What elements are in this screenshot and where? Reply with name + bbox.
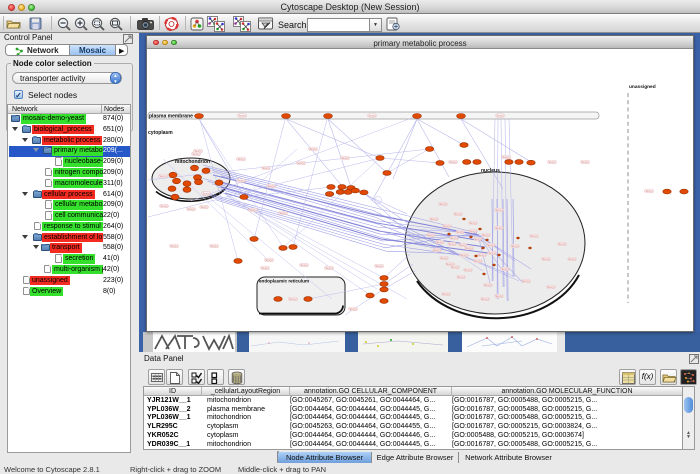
svg-text:Sxx(x): Sxx(x) xyxy=(488,251,495,255)
svg-text:Sxx(x): Sxx(x) xyxy=(427,233,434,237)
svg-text:Sxx(x): Sxx(x) xyxy=(341,156,348,160)
svg-text:Sxx(x): Sxx(x) xyxy=(495,226,502,230)
svg-text:Sxx(x): Sxx(x) xyxy=(530,234,537,238)
svg-text:Sxx(x): Sxx(x) xyxy=(430,217,437,221)
svg-text:Sxx(x): Sxx(x) xyxy=(249,208,256,212)
svg-text:Sxx(x): Sxx(x) xyxy=(309,147,316,151)
svg-text:Sxx(x): Sxx(x) xyxy=(469,229,476,233)
svg-text:Sxx(x): Sxx(x) xyxy=(451,265,458,269)
svg-text:Sxx(x): Sxx(x) xyxy=(210,244,217,248)
svg-text:Sxx(x): Sxx(x) xyxy=(187,207,194,211)
svg-text:Sxx(x): Sxx(x) xyxy=(511,244,518,248)
svg-text:Sxx(x): Sxx(x) xyxy=(495,294,502,298)
svg-text:Sxx(x): Sxx(x) xyxy=(439,202,446,206)
svg-text:Sxx(x): Sxx(x) xyxy=(474,237,481,241)
svg-text:Sxx(x): Sxx(x) xyxy=(495,208,502,212)
svg-text:Sxx(x): Sxx(x) xyxy=(160,204,167,208)
svg-text:Sxx(x): Sxx(x) xyxy=(279,211,286,215)
svg-text:Sxx(x): Sxx(x) xyxy=(238,114,245,118)
svg-text:Sxx(x): Sxx(x) xyxy=(450,236,457,240)
svg-text:nucleus: nucleus xyxy=(481,168,500,174)
svg-text:Sxx(x): Sxx(x) xyxy=(265,258,272,262)
svg-text:Sxx(x): Sxx(x) xyxy=(522,279,529,283)
svg-text:Sxx(x): Sxx(x) xyxy=(368,114,375,118)
svg-text:Sxx(x): Sxx(x) xyxy=(200,205,207,209)
svg-text:Sxx(x): Sxx(x) xyxy=(443,224,450,228)
svg-text:Sxx(x): Sxx(x) xyxy=(460,253,467,257)
svg-text:Sxx(x): Sxx(x) xyxy=(237,179,244,183)
svg-text:Sxx(x): Sxx(x) xyxy=(568,257,575,261)
svg-text:Sxx(x): Sxx(x) xyxy=(454,212,461,216)
svg-text:Sxx(x): Sxx(x) xyxy=(433,248,440,252)
svg-text:Sxx(x): Sxx(x) xyxy=(237,157,244,161)
svg-text:Sxx(x): Sxx(x) xyxy=(469,221,476,225)
svg-text:Sxx(x): Sxx(x) xyxy=(436,240,443,244)
svg-text:Sxx(x): Sxx(x) xyxy=(581,160,588,164)
svg-text:Sxx(x): Sxx(x) xyxy=(464,268,471,272)
svg-text:plasma membrane: plasma membrane xyxy=(149,113,193,119)
svg-text:Sxx(x): Sxx(x) xyxy=(457,275,464,279)
svg-text:Sxx(x): Sxx(x) xyxy=(474,259,481,263)
svg-text:Sxx(x): Sxx(x) xyxy=(456,230,463,234)
svg-text:Sxx(x): Sxx(x) xyxy=(487,243,494,247)
svg-text:Sxx(x): Sxx(x) xyxy=(482,233,489,237)
svg-text:Sxx(x): Sxx(x) xyxy=(267,184,274,188)
svg-text:cytoplasm: cytoplasm xyxy=(148,130,173,136)
svg-text:Sxx(x): Sxx(x) xyxy=(349,307,356,311)
svg-text:Sxx(x): Sxx(x) xyxy=(501,267,508,271)
svg-text:Sxx(x): Sxx(x) xyxy=(325,266,332,270)
svg-text:Sxx(x): Sxx(x) xyxy=(170,244,177,248)
svg-text:Sxx(x): Sxx(x) xyxy=(478,253,485,257)
svg-text:Sxx(x): Sxx(x) xyxy=(159,174,166,178)
svg-text:Sxx(x): Sxx(x) xyxy=(289,297,296,301)
svg-text:Sxx(x): Sxx(x) xyxy=(261,266,268,270)
svg-text:Sxx(x): Sxx(x) xyxy=(547,285,554,289)
svg-text:Sxx(x): Sxx(x) xyxy=(484,283,491,287)
svg-text:Sxx(x): Sxx(x) xyxy=(202,192,209,196)
svg-text:Sxx(x): Sxx(x) xyxy=(502,155,509,159)
svg-text:Sxx(x): Sxx(x) xyxy=(192,152,199,156)
svg-text:Sxx(x): Sxx(x) xyxy=(496,114,503,118)
svg-text:unassigned: unassigned xyxy=(629,84,656,90)
svg-text:Sxx(x): Sxx(x) xyxy=(645,189,652,193)
svg-text:Sxx(x): Sxx(x) xyxy=(375,264,382,268)
svg-text:Sxx(x): Sxx(x) xyxy=(542,257,549,261)
svg-text:Sxx(x): Sxx(x) xyxy=(481,297,488,301)
svg-text:Sxx(x): Sxx(x) xyxy=(448,242,455,246)
svg-text:Sxx(x): Sxx(x) xyxy=(548,160,555,164)
svg-text:Sxx(x): Sxx(x) xyxy=(558,242,565,246)
svg-text:Sxx(x): Sxx(x) xyxy=(442,292,449,296)
svg-text:Sxx(x): Sxx(x) xyxy=(300,263,307,267)
svg-text:Sxx(x): Sxx(x) xyxy=(449,160,456,164)
svg-text:Sxx(x): Sxx(x) xyxy=(262,166,269,170)
svg-text:Sxx(x): Sxx(x) xyxy=(440,256,447,260)
svg-text:Sxx(x): Sxx(x) xyxy=(297,161,304,165)
svg-text:Sxx(x): Sxx(x) xyxy=(465,246,472,250)
svg-text:endoplasmic reticulum: endoplasmic reticulum xyxy=(259,279,309,284)
svg-text:mitochondrion: mitochondrion xyxy=(175,159,210,165)
